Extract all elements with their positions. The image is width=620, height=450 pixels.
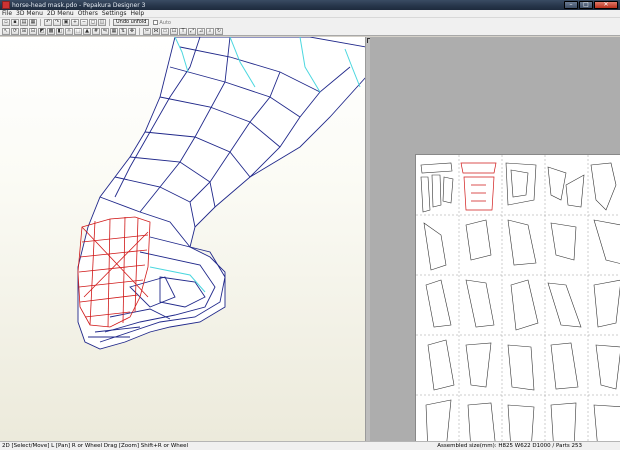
tools-toolbar: ↖ ⟳ ⊞ ⊟ ◩ ▩ ◧ ☼ ⬚ ▲ # ⇋ ▦ ⇅ ✥ ✂ ⋈ ▭ ⊡ T … [0,27,620,36]
checkbox-box [153,20,159,25]
edges-icon[interactable]: ⬚ [74,27,82,35]
select-tool-icon[interactable]: ↖ [2,27,10,35]
status-hint: 2D [Select/Move] L [Pan] R or Wheel Drag… [2,443,189,449]
toolbar-divider [40,19,41,26]
edge-tool-icon[interactable]: ⊟ [29,27,37,35]
menu-3d[interactable]: 3D Menu [16,10,43,17]
face-icon[interactable]: ▲ [83,27,91,35]
flap-tool-icon[interactable]: ◩ [38,27,46,35]
redo-icon[interactable]: ↷ [53,19,61,26]
menu-others[interactable]: Others [78,10,98,17]
save-icon[interactable]: ▪ [11,19,19,26]
3d-viewport[interactable] [0,37,366,441]
new-file-icon[interactable]: ▫ [2,19,10,26]
3d-model-wireframe [77,37,365,350]
texture-toggle-icon[interactable]: ◧ [56,27,64,35]
join-tool-icon[interactable]: ⊞ [20,27,28,35]
title-bar: horse-head mask.pdo - Pepakura Designer … [0,0,620,10]
fit-view-icon[interactable]: ◻ [89,19,97,26]
maximize-button[interactable]: □ [579,1,593,9]
mirror-icon[interactable]: ⇋ [101,27,109,35]
menu-settings[interactable]: Settings [102,10,127,17]
flip-icon[interactable]: ⇅ [119,27,127,35]
cut-icon[interactable]: ✂ [143,27,151,35]
scale-icon[interactable]: ⤢ [188,27,196,35]
menu-bar: File 3D Menu 2D Menu Others Settings Hel… [0,10,620,18]
unfolded-parts [416,155,620,441]
window-controls: – □ ✕ [564,1,618,9]
zoom-in-icon[interactable]: + [71,19,79,26]
layout-icon[interactable]: ▣ [62,19,70,26]
label-icon[interactable]: T [179,27,187,35]
status-bar: 2D [Select/Move] L [Pan] R or Wheel Drag… [0,441,620,450]
measure-icon[interactable]: ⊿ [197,27,205,35]
auto-checkbox[interactable]: Auto [153,20,171,26]
toolbar-divider [139,27,140,35]
numbers-icon[interactable]: # [92,27,100,35]
menu-2d[interactable]: 2D Menu [47,10,74,17]
close-button[interactable]: ✕ [594,1,618,9]
rotate-tool-icon[interactable]: ⟳ [11,27,19,35]
open-icon[interactable]: ▤ [20,19,28,26]
zoom-out-icon[interactable]: − [80,19,88,26]
move-icon[interactable]: ✥ [128,27,136,35]
stitch-icon[interactable]: ⋈ [152,27,160,35]
toolbar-divider [109,19,110,26]
arrange-icon[interactable]: ⊡ [170,27,178,35]
menu-help[interactable]: Help [130,10,144,17]
grid-icon[interactable]: ▦ [110,27,118,35]
undo-icon[interactable]: ↶ [44,19,52,26]
app-icon [2,1,10,9]
paper-sheet [415,154,620,441]
auto-checkbox-label: Auto [159,19,171,26]
refresh-icon[interactable]: ↻ [215,27,223,35]
page-icon[interactable]: ▭ [161,27,169,35]
light-icon[interactable]: ☼ [65,27,73,35]
minimize-button[interactable]: – [564,1,578,9]
window-title: horse-head mask.pdo - Pepakura Designer … [12,1,146,9]
menu-file[interactable]: File [2,10,12,17]
2d-unfold-viewport[interactable] [370,37,620,441]
main-toolbar: ▫ ▪ ▤ ▦ ↶ ↷ ▣ + − ◻ ◫ Undo unfold Auto [0,18,620,27]
status-size: Assembled size(mm): H825 W622 D1000 / Pa… [437,443,582,449]
zoom-icon[interactable]: ⌕ [206,27,214,35]
print-icon[interactable]: ▦ [29,19,37,26]
undo-unfold-button[interactable]: Undo unfold [113,19,150,26]
split-view-icon[interactable]: ◫ [98,19,106,26]
texture-tool-icon[interactable]: ▩ [47,27,55,35]
